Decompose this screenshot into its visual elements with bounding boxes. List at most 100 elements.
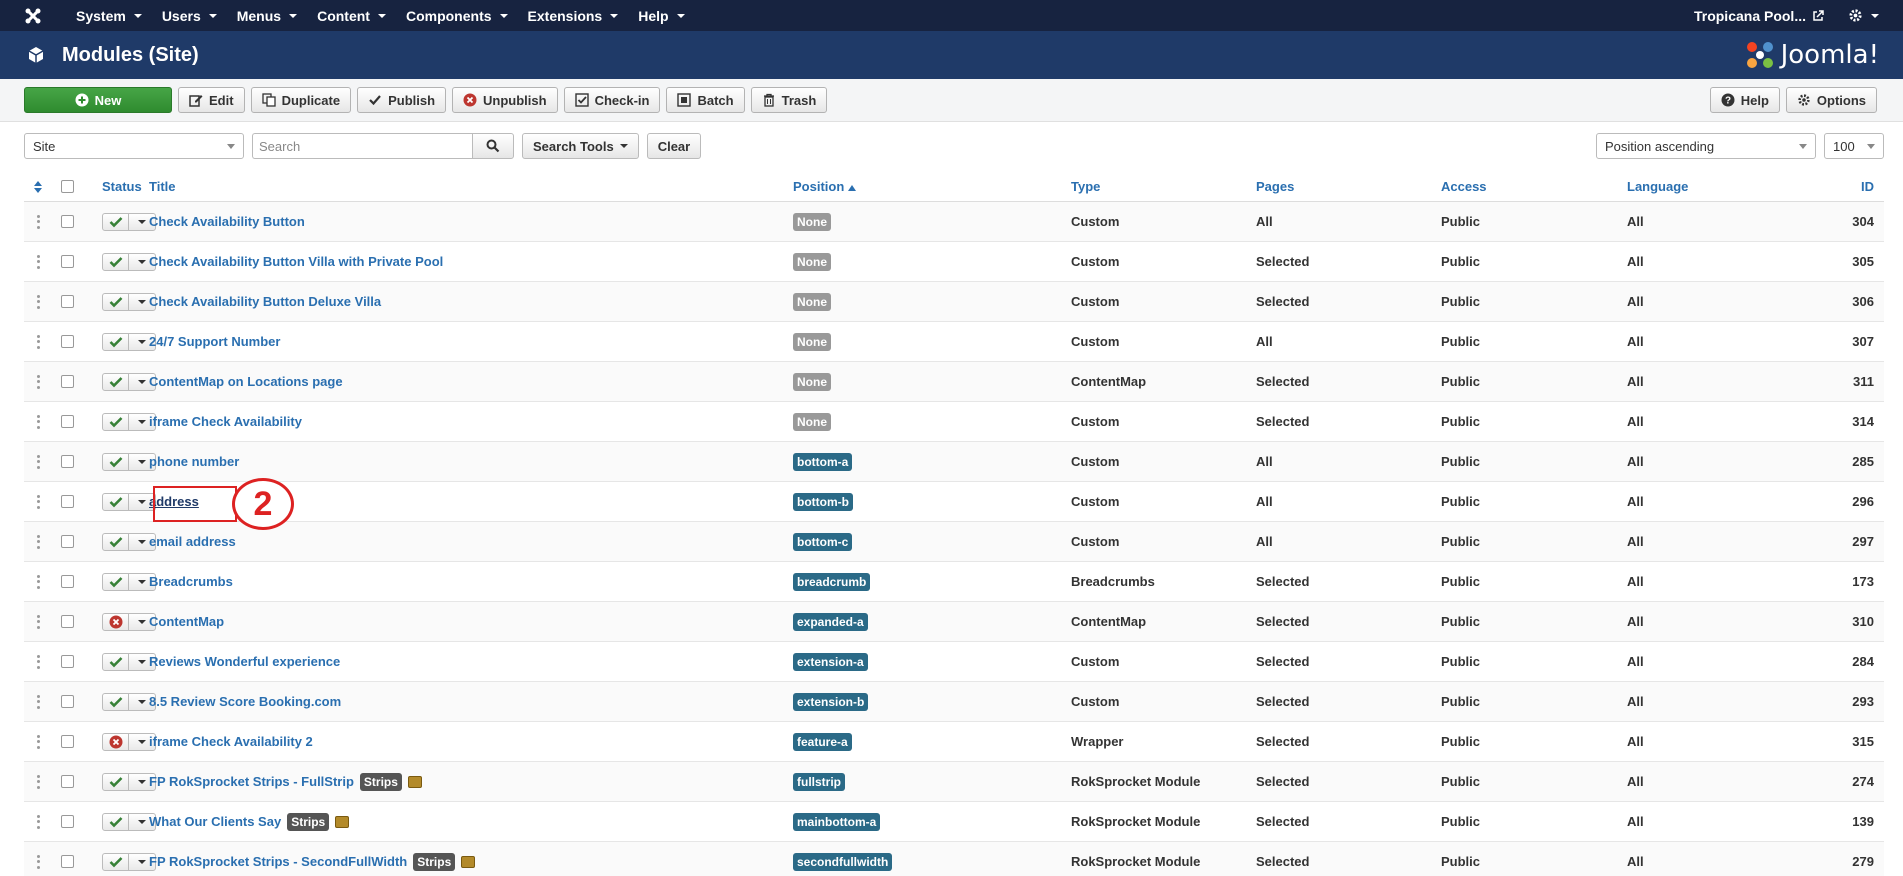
status-toggle-button[interactable] bbox=[103, 533, 129, 550]
user-settings-menu[interactable] bbox=[1848, 8, 1903, 23]
nav-menu-components[interactable]: Components bbox=[396, 0, 518, 31]
status-toggle-button[interactable] bbox=[103, 253, 129, 270]
status-toggle-button[interactable] bbox=[103, 573, 129, 590]
duplicate-button[interactable]: Duplicate bbox=[250, 87, 352, 113]
drag-handle[interactable] bbox=[24, 774, 52, 789]
status-column-header[interactable]: Status bbox=[82, 179, 149, 194]
search-button[interactable] bbox=[472, 133, 514, 159]
publish-button[interactable]: Publish bbox=[357, 87, 447, 113]
module-title-link[interactable]: ContentMap bbox=[149, 614, 224, 629]
id-column-header[interactable]: ID bbox=[1812, 179, 1884, 194]
status-toggle-button[interactable] bbox=[103, 653, 129, 670]
status-toggle-button[interactable] bbox=[103, 613, 129, 630]
status-toggle[interactable] bbox=[102, 332, 156, 351]
unpublish-button[interactable]: Unpublish bbox=[452, 87, 558, 113]
module-title-link[interactable]: Breadcrumbs bbox=[149, 574, 233, 589]
status-toggle[interactable] bbox=[102, 652, 156, 671]
batch-button[interactable]: Batch bbox=[666, 87, 745, 113]
drag-handle[interactable] bbox=[24, 334, 52, 349]
drag-handle[interactable] bbox=[24, 734, 52, 749]
status-toggle[interactable] bbox=[102, 492, 156, 511]
joomla-brand-icon[interactable] bbox=[0, 0, 66, 31]
status-toggle[interactable] bbox=[102, 212, 156, 231]
client-select[interactable]: Site bbox=[24, 133, 244, 159]
status-toggle-button[interactable] bbox=[103, 373, 129, 390]
language-column-header[interactable]: Language bbox=[1627, 179, 1812, 194]
status-toggle-button[interactable] bbox=[103, 853, 129, 870]
drag-handle[interactable] bbox=[24, 574, 52, 589]
module-title-link[interactable]: Check Availability Button Deluxe Villa bbox=[149, 294, 381, 309]
nav-menu-help[interactable]: Help bbox=[628, 0, 694, 31]
drag-handle[interactable] bbox=[24, 694, 52, 709]
row-checkbox[interactable] bbox=[60, 415, 74, 428]
module-title-link[interactable]: email address bbox=[149, 534, 236, 549]
status-toggle[interactable] bbox=[102, 852, 156, 871]
search-tools-button[interactable]: Search Tools bbox=[522, 133, 639, 159]
drag-handle[interactable] bbox=[24, 414, 52, 429]
nav-menu-users[interactable]: Users bbox=[152, 0, 227, 31]
status-toggle-button[interactable] bbox=[103, 293, 129, 310]
module-title-link[interactable]: phone number bbox=[149, 454, 239, 469]
drag-handle[interactable] bbox=[24, 494, 52, 509]
status-toggle-button[interactable] bbox=[103, 773, 129, 790]
row-checkbox[interactable] bbox=[60, 615, 74, 628]
status-toggle-button[interactable] bbox=[103, 413, 129, 430]
row-checkbox[interactable] bbox=[60, 855, 74, 868]
module-title-link[interactable]: What Our Clients Say bbox=[149, 814, 281, 829]
row-checkbox[interactable] bbox=[60, 535, 74, 548]
row-checkbox[interactable] bbox=[60, 575, 74, 588]
status-toggle[interactable] bbox=[102, 372, 156, 391]
status-toggle[interactable] bbox=[102, 772, 156, 791]
row-checkbox[interactable] bbox=[60, 495, 74, 508]
position-column-header[interactable]: Position bbox=[793, 179, 1071, 194]
access-column-header[interactable]: Access bbox=[1441, 179, 1627, 194]
status-toggle[interactable] bbox=[102, 692, 156, 711]
ordering-column-header[interactable] bbox=[24, 180, 52, 194]
module-title-link[interactable]: Reviews Wonderful experience bbox=[149, 654, 340, 669]
module-title-link[interactable]: iframe Check Availability 2 bbox=[149, 734, 313, 749]
module-title-link[interactable]: Check Availability Button Villa with Pri… bbox=[149, 254, 443, 269]
status-toggle-button[interactable] bbox=[103, 813, 129, 830]
drag-handle[interactable] bbox=[24, 214, 52, 229]
status-toggle[interactable] bbox=[102, 612, 156, 631]
row-checkbox[interactable] bbox=[60, 375, 74, 388]
drag-handle[interactable] bbox=[24, 374, 52, 389]
checkin-button[interactable]: Check-in bbox=[563, 87, 661, 113]
status-toggle-button[interactable] bbox=[103, 453, 129, 470]
module-title-link[interactable]: 24/7 Support Number bbox=[149, 334, 280, 349]
status-toggle[interactable] bbox=[102, 252, 156, 271]
drag-handle[interactable] bbox=[24, 814, 52, 829]
drag-handle[interactable] bbox=[24, 854, 52, 869]
status-toggle[interactable] bbox=[102, 732, 156, 751]
type-column-header[interactable]: Type bbox=[1071, 179, 1256, 194]
row-checkbox[interactable] bbox=[60, 455, 74, 468]
pages-column-header[interactable]: Pages bbox=[1256, 179, 1441, 194]
status-toggle[interactable] bbox=[102, 292, 156, 311]
help-button[interactable]: ? Help bbox=[1709, 87, 1780, 113]
drag-handle[interactable] bbox=[24, 654, 52, 669]
row-checkbox[interactable] bbox=[60, 775, 74, 788]
new-button[interactable]: New bbox=[24, 87, 172, 113]
status-toggle[interactable] bbox=[102, 532, 156, 551]
status-toggle[interactable] bbox=[102, 412, 156, 431]
trash-button[interactable]: Trash bbox=[750, 87, 828, 113]
select-all-checkbox[interactable] bbox=[60, 180, 74, 193]
edit-button[interactable]: Edit bbox=[178, 87, 245, 113]
row-checkbox[interactable] bbox=[60, 735, 74, 748]
nav-menu-system[interactable]: System bbox=[66, 0, 152, 31]
site-preview-link[interactable]: Tropicana Pool... bbox=[1694, 8, 1848, 24]
ordering-select[interactable]: Position ascending bbox=[1596, 133, 1816, 159]
row-checkbox[interactable] bbox=[60, 655, 74, 668]
status-toggle-button[interactable] bbox=[103, 213, 129, 230]
module-title-link[interactable]: ContentMap on Locations page bbox=[149, 374, 343, 389]
module-title-link[interactable]: 8.5 Review Score Booking.com bbox=[149, 694, 341, 709]
row-checkbox[interactable] bbox=[60, 255, 74, 268]
row-checkbox[interactable] bbox=[60, 815, 74, 828]
limit-select[interactable]: 100 bbox=[1824, 133, 1884, 159]
drag-handle[interactable] bbox=[24, 454, 52, 469]
nav-menu-menus[interactable]: Menus bbox=[227, 0, 307, 31]
title-column-header[interactable]: Title bbox=[149, 179, 793, 194]
row-checkbox[interactable] bbox=[60, 215, 74, 228]
module-title-link[interactable]: iframe Check Availability bbox=[149, 414, 302, 429]
drag-handle[interactable] bbox=[24, 614, 52, 629]
